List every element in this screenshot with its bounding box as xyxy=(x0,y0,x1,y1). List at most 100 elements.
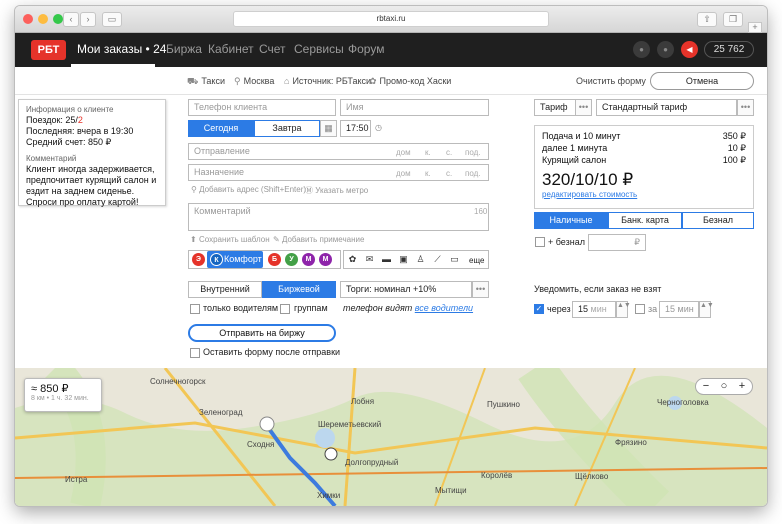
from-structure-field[interactable]: с. xyxy=(446,148,452,157)
class-universal-icon[interactable]: У xyxy=(285,253,298,266)
notify-in-checkbox[interactable] xyxy=(635,304,645,314)
payment-cashless-button[interactable]: Безнал xyxy=(682,212,754,229)
service-city[interactable]: ⚲ Москва xyxy=(234,76,274,87)
service-source[interactable]: ⌂ Источник: РБТакси xyxy=(284,76,371,86)
class-minibus-icon[interactable]: М xyxy=(319,253,332,266)
smoking-icon[interactable]: ▬ xyxy=(379,252,394,267)
name-input[interactable]: Имя xyxy=(340,99,489,116)
logo[interactable]: РБТ xyxy=(31,40,66,60)
more-options-button[interactable]: еще xyxy=(469,256,484,265)
service-promo[interactable]: ✿ Промо-код Хаски xyxy=(369,76,451,87)
add-note-label: Добавить примечание xyxy=(281,235,365,244)
minimize-icon[interactable] xyxy=(38,14,48,24)
edit-price-link[interactable]: редактировать стоимость xyxy=(542,190,746,199)
nav-item-exchange[interactable]: Биржа xyxy=(166,42,202,56)
notify-after-input[interactable]: 15 мин xyxy=(572,301,616,318)
groups-checkbox[interactable] xyxy=(280,304,290,314)
from-entrance-field[interactable]: под. xyxy=(465,148,481,157)
to-entrance-field[interactable]: под. xyxy=(465,169,481,178)
notify-after-checkbox[interactable]: ✓ xyxy=(534,304,544,314)
only-drivers-checkbox[interactable] xyxy=(190,304,200,314)
cashless-checkbox[interactable] xyxy=(535,237,545,247)
cancel-button[interactable]: Отмена xyxy=(650,72,754,90)
child-seat-icon[interactable]: ♙ xyxy=(413,252,428,267)
from-address-input[interactable]: Отправление xyxy=(188,143,489,160)
map-label-pushkino: Пушкино xyxy=(487,400,521,409)
card-icon[interactable]: ▭ xyxy=(447,252,462,267)
nav-item-account[interactable]: Счет xyxy=(259,42,286,56)
nav-item-services[interactable]: Сервисы xyxy=(294,42,344,56)
to-house-field[interactable]: дом xyxy=(396,169,411,178)
notify-in-stepper[interactable]: ▲▼ xyxy=(699,301,714,318)
auction-select[interactable]: Торги: номинал +10% xyxy=(340,281,472,298)
zoom-in-icon[interactable]: + xyxy=(733,380,751,392)
sound-off-icon[interactable]: ◀ xyxy=(681,41,698,58)
to-structure-field[interactable]: с. xyxy=(446,169,452,178)
to-address-input[interactable]: Назначение xyxy=(188,164,489,181)
class-economy-icon[interactable]: Э xyxy=(192,253,205,266)
share-icon[interactable]: ⇧ xyxy=(697,12,717,27)
price-row-name: Курящий салон xyxy=(542,155,607,165)
nav-item-forum[interactable]: Форум xyxy=(348,42,384,56)
save-template-link[interactable]: ⬆ Сохранить шаблон xyxy=(190,235,270,244)
auction-more-icon[interactable]: ••• xyxy=(472,281,489,298)
ski-icon[interactable]: ⟋ xyxy=(430,252,445,267)
date-today-button[interactable]: Сегодня xyxy=(188,120,254,137)
nav-my-orders[interactable]: Мои заказы • 24 xyxy=(77,42,166,56)
luggage-icon[interactable]: ▣ xyxy=(396,252,411,267)
metro-link[interactable]: Ⓜ Указать метро xyxy=(305,185,368,196)
from-building-field[interactable]: к. xyxy=(425,148,431,157)
add-note-link[interactable]: ✎ Добавить примечание xyxy=(273,235,364,244)
chat-bubble-icon[interactable]: ✉ xyxy=(362,252,377,267)
calendar-icon[interactable]: ▦ xyxy=(320,120,337,137)
maximize-icon[interactable] xyxy=(53,14,63,24)
tariff-value-more-icon[interactable]: ••• xyxy=(737,99,754,116)
forward-icon[interactable]: › xyxy=(80,12,96,27)
map-label-korolyov: Королёв xyxy=(481,471,513,480)
payment-card-button[interactable]: Банк. карта xyxy=(608,212,682,229)
template-icon: ⬆ xyxy=(190,235,199,244)
new-tab-icon[interactable]: + xyxy=(748,22,762,33)
keep-form-checkbox[interactable] xyxy=(190,348,200,358)
tabs-icon[interactable]: ❐ xyxy=(723,12,743,27)
send-to-exchange-button[interactable]: Отправить на биржу xyxy=(188,324,336,342)
to-building-field[interactable]: к. xyxy=(425,169,431,178)
clear-form-link[interactable]: Очистить форму xyxy=(576,76,646,86)
close-icon[interactable] xyxy=(23,14,33,24)
all-drivers-link[interactable]: все водители xyxy=(415,303,473,313)
nav-item-cabinet[interactable]: Кабинет xyxy=(208,42,254,56)
class-minivan-icon[interactable]: М xyxy=(302,253,315,266)
address-bar[interactable]: rbtaxi.ru xyxy=(233,11,549,27)
sidebar-icon[interactable]: ▭ xyxy=(102,12,122,27)
add-address-link[interactable]: ⚲ Добавить адрес (Shift+Enter) xyxy=(191,185,306,194)
service-taxi[interactable]: ⛟ Такси xyxy=(187,76,225,88)
pin-icon: ⚲ xyxy=(234,76,241,86)
plus-pin-icon: ⚲ xyxy=(191,185,200,194)
back-icon[interactable]: ‹ xyxy=(63,12,79,27)
tariff-select[interactable]: Стандартный тариф xyxy=(596,99,737,116)
time-input[interactable]: 17:50 xyxy=(340,120,371,137)
comment-textarea[interactable]: Комментарий xyxy=(188,203,489,231)
zoom-out-icon[interactable]: − xyxy=(697,380,715,392)
notify-in-input[interactable]: 15 мин xyxy=(659,301,699,318)
clock-icon[interactable]: ◷ xyxy=(375,123,382,132)
locate-icon[interactable]: ○ xyxy=(715,380,733,392)
cashless-amount-input[interactable]: ₽ xyxy=(588,234,646,251)
route-map[interactable]: Зеленоград Солнечногорск Лобня Пушкино Щ… xyxy=(15,368,767,506)
class-business-icon[interactable]: Б xyxy=(268,253,281,266)
payment-cash-button[interactable]: Наличные xyxy=(534,212,608,229)
order-internal-button[interactable]: Внутренний xyxy=(188,281,262,298)
date-tomorrow-button[interactable]: Завтра xyxy=(254,120,320,137)
from-house-field[interactable]: дом xyxy=(396,148,411,157)
balance-badge[interactable]: 25 762 xyxy=(704,41,754,58)
pet-icon[interactable]: ✿ xyxy=(345,252,360,267)
notify-after-stepper[interactable]: ▲▼ xyxy=(616,301,631,318)
bell-icon[interactable]: ● xyxy=(633,41,650,58)
save-template-label: Сохранить шаблон xyxy=(198,235,270,244)
notify-after-unit: мин xyxy=(590,304,607,314)
phone-input[interactable]: Телефон клиента xyxy=(188,99,336,116)
order-exchange-button[interactable]: Биржевой xyxy=(262,281,336,298)
tariff-more-icon[interactable]: ••• xyxy=(575,99,592,116)
map-label-khimki: Химки xyxy=(317,491,341,500)
chat-icon[interactable]: ● xyxy=(657,41,674,58)
